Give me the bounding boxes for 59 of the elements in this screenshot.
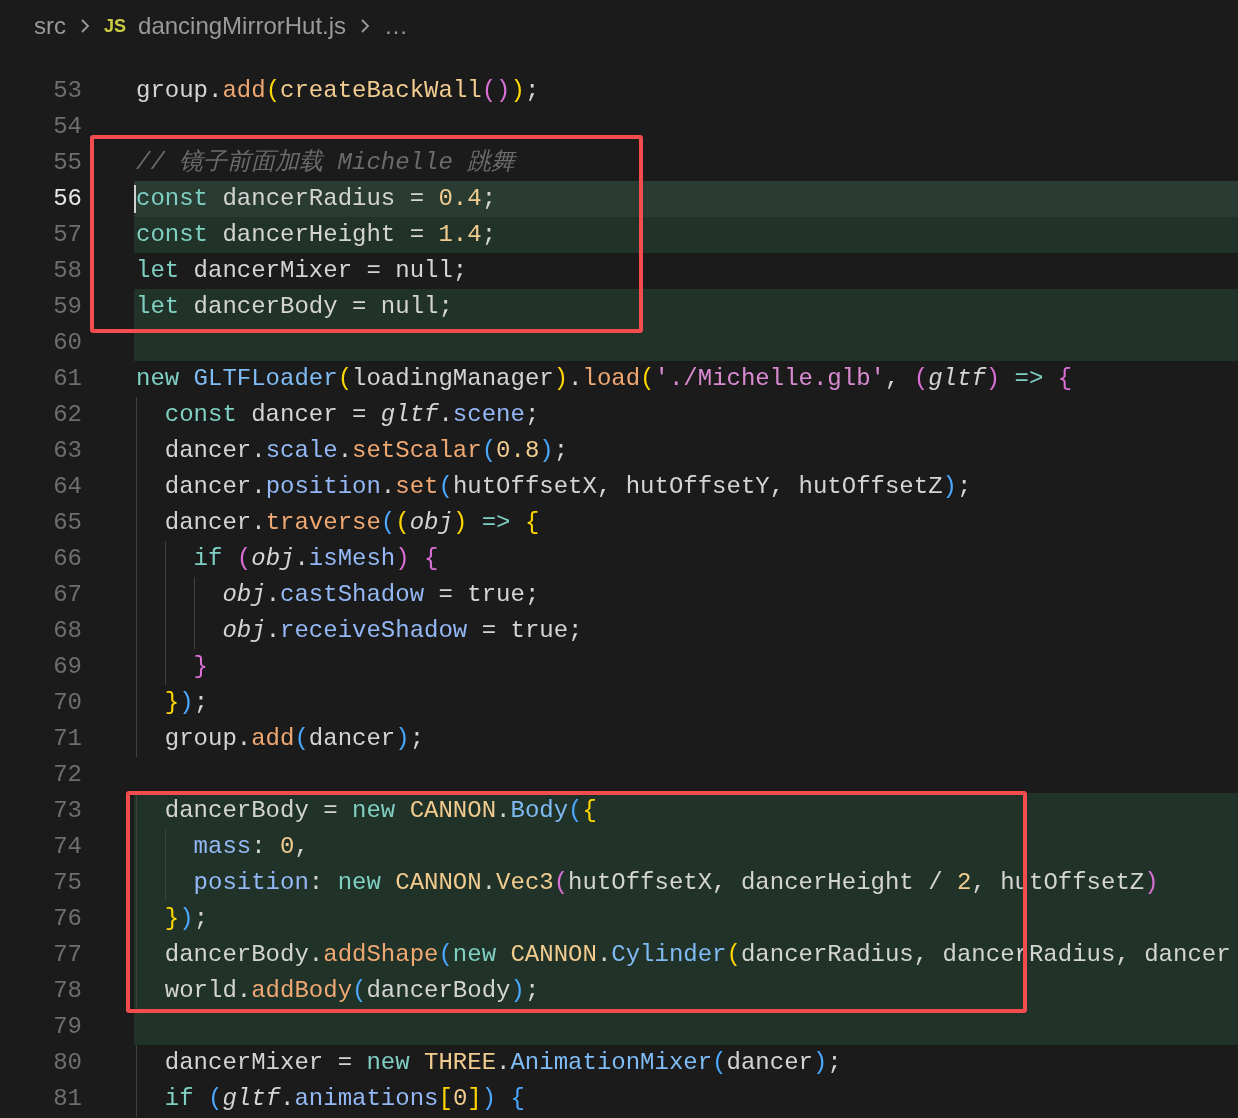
line-number: 58 (52, 256, 82, 286)
code-line: }); (163, 688, 209, 718)
code-line: const dancerRadius = 0.4; (136, 184, 497, 214)
code-line: group.add(dancer); (163, 724, 425, 754)
line-number: 78 (52, 976, 82, 1006)
line-number: 69 (52, 652, 82, 682)
breadcrumb-file[interactable]: dancingMirrorHut.js (138, 8, 347, 44)
code-comment: // 镜子前面加载 Michelle 跳舞 (136, 148, 516, 178)
code-line: world.addBody(dancerBody); (163, 976, 540, 1006)
line-number: 60 (52, 328, 82, 358)
code-line: const dancerHeight = 1.4; (136, 220, 497, 250)
code-line: if (obj.isMesh) { (192, 544, 439, 574)
line-number: 63 (52, 436, 82, 466)
line-number: 79 (52, 1012, 82, 1042)
code-line: let dancerBody = null; (136, 292, 453, 322)
line-number: 55 (52, 148, 82, 178)
code-line: const dancer = gltf.scene; (163, 400, 540, 430)
line-number: 68 (52, 616, 82, 646)
breadcrumb-folder[interactable]: src (34, 8, 66, 44)
code-line: obj.castShadow = true; (221, 580, 540, 610)
code-line: new GLTFLoader(loadingManager).load('./Michelle.glb', (gltf) => { (136, 364, 1073, 394)
line-number: 71 (52, 724, 82, 754)
line-number: 61 (52, 364, 82, 394)
code-line: group.add(createBackWall()); (136, 76, 540, 106)
line-number: 72 (52, 760, 82, 790)
code-line: dancerBody = new CANNON.Body({ (163, 796, 597, 826)
code-line: dancer.traverse((obj) => { (163, 508, 540, 538)
line-number: 81 (52, 1084, 82, 1114)
line-number: 56 (52, 184, 82, 214)
line-number: 77 (52, 940, 82, 970)
line-number: 53 (52, 76, 82, 106)
line-number: 65 (52, 508, 82, 538)
code-line: let dancerMixer = null; (136, 256, 468, 286)
file-type-label: JS (104, 14, 127, 38)
line-number: 59 (52, 292, 82, 322)
line-number: 66 (52, 544, 82, 574)
line-number: 73 (52, 796, 82, 826)
line-number: 75 (52, 868, 82, 898)
text-cursor (134, 185, 136, 213)
breadcrumb-more[interactable]: … (384, 8, 409, 44)
line-number: 80 (52, 1048, 82, 1078)
chevron-right-icon (80, 18, 90, 34)
line-number: 57 (52, 220, 82, 250)
line-number: 54 (52, 112, 82, 142)
code-line: dancer.position.set(hutOffsetX, hutOffsetY, hutOffsetZ); (163, 472, 972, 502)
chevron-right-icon (360, 18, 371, 34)
line-number: 76 (52, 904, 82, 934)
line-number: 62 (52, 400, 82, 430)
code-line: dancer.scale.setScalar(0.8); (163, 436, 569, 466)
code-line: if (gltf.animations[0]) { (163, 1084, 525, 1114)
line-number: 67 (52, 580, 82, 610)
line-number: 74 (52, 832, 82, 862)
code-line: mass: 0, (192, 832, 309, 862)
line-number: 64 (52, 472, 82, 502)
code-line: obj.receiveShadow = true; (221, 616, 583, 646)
code-line: dancerMixer = new THREE.AnimationMixer(dancer); (163, 1048, 842, 1078)
line-number: 70 (52, 688, 82, 718)
code-line: }); (163, 904, 209, 934)
code-line: } (192, 652, 208, 682)
